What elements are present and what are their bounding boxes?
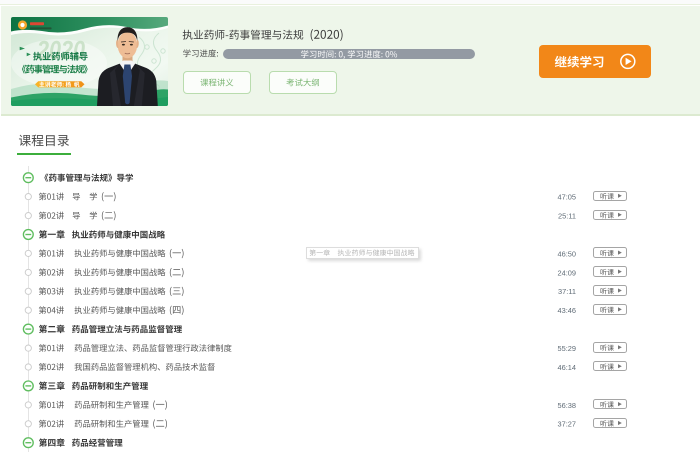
svg-text:37:11: 37:11 bbox=[558, 287, 576, 296]
svg-text:2020: 2020 bbox=[36, 35, 85, 65]
svg-text:56:38: 56:38 bbox=[558, 401, 577, 410]
svg-text:43:46: 43:46 bbox=[558, 306, 577, 315]
svg-text:55:29: 55:29 bbox=[558, 344, 577, 353]
svg-text:46:50: 46:50 bbox=[558, 249, 577, 258]
svg-text:24:09: 24:09 bbox=[558, 268, 577, 277]
svg-text:25:11: 25:11 bbox=[558, 212, 576, 221]
svg-text:37:27: 37:27 bbox=[558, 420, 577, 429]
svg-text:46:14: 46:14 bbox=[558, 363, 577, 372]
svg-text:47:05: 47:05 bbox=[558, 193, 577, 202]
